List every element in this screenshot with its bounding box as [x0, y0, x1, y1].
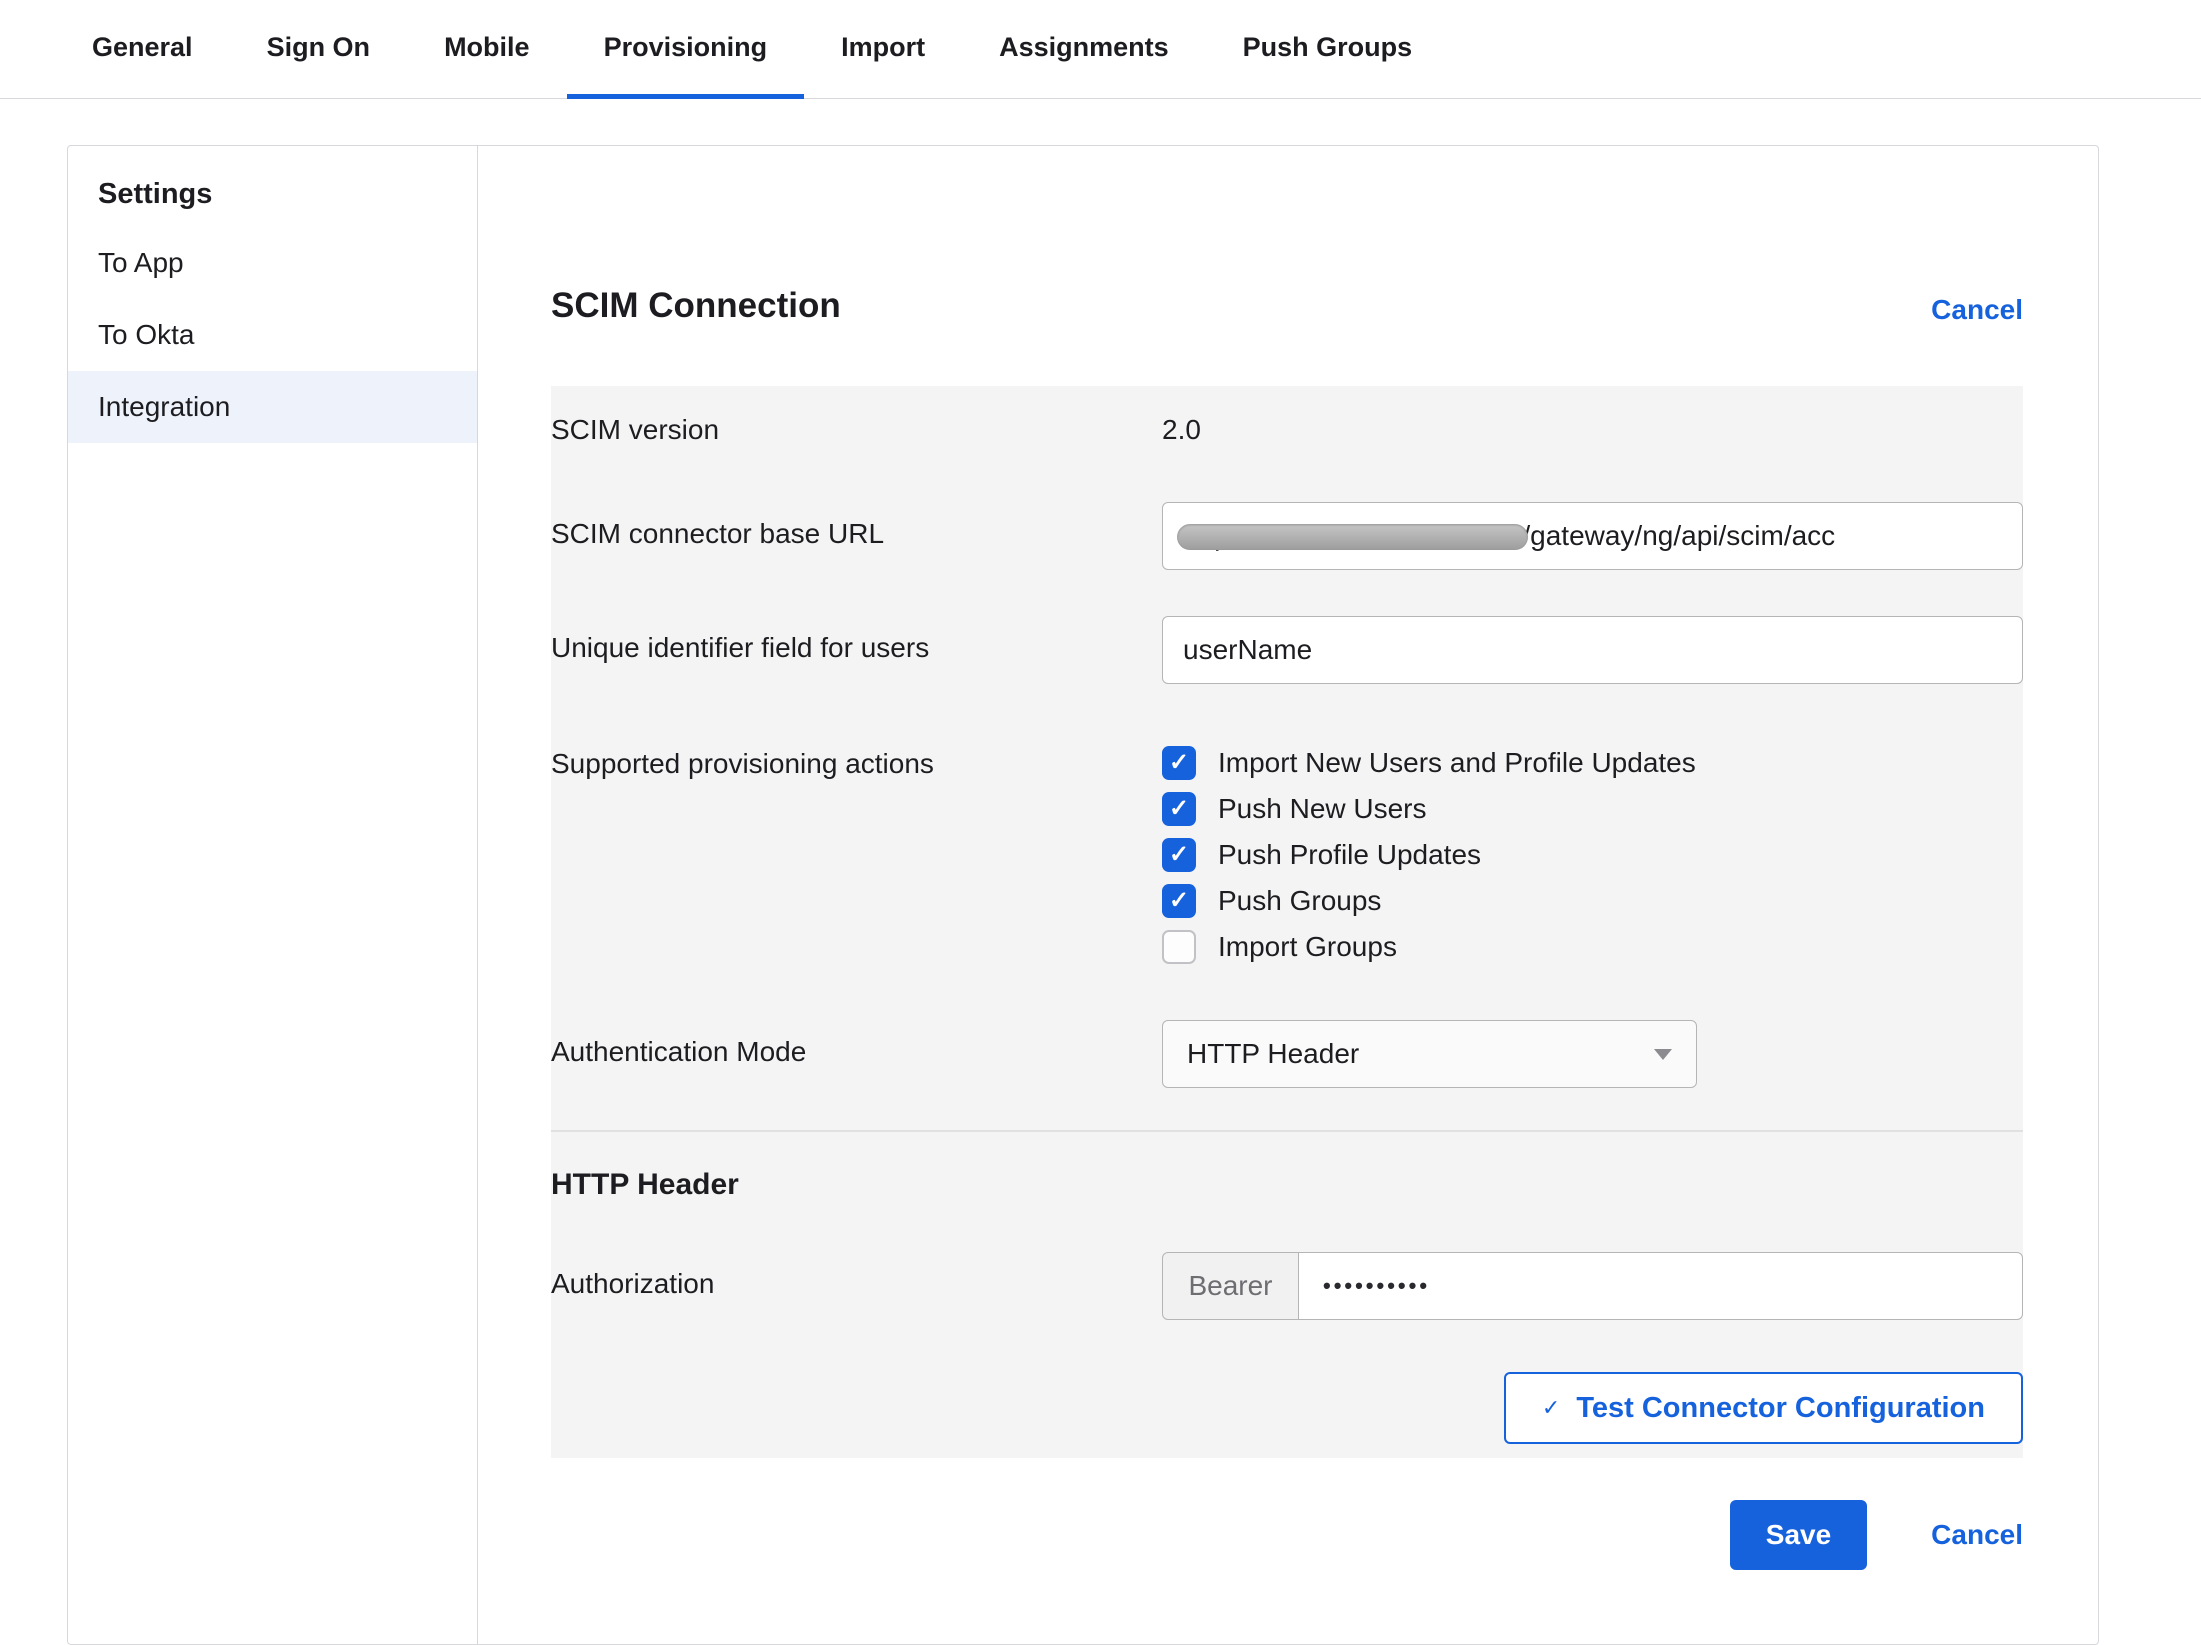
sidebar-title: Settings — [68, 160, 477, 227]
main-panel: SCIM Connection Cancel SCIM version 2.0 … — [478, 146, 2099, 1644]
auth-mode-label: Authentication Mode — [551, 1020, 1162, 1068]
main-header: SCIM Connection Cancel — [551, 146, 2023, 326]
tab-import[interactable]: Import — [804, 0, 962, 99]
unique-identifier-input[interactable]: userName — [1162, 616, 2023, 684]
sidebar-item-to-app[interactable]: To App — [68, 227, 477, 299]
check-icon: ✓ — [1542, 1395, 1560, 1421]
form-actions: Save Cancel — [551, 1500, 2023, 1570]
chevron-down-icon — [1654, 1049, 1672, 1060]
checkbox-label: Push Groups — [1218, 885, 1381, 917]
checkbox-label: Push Profile Updates — [1218, 839, 1481, 871]
auth-mode-select[interactable]: HTTP Header — [1162, 1020, 1697, 1088]
test-connector-button[interactable]: ✓ Test Connector Configuration — [1504, 1372, 2023, 1444]
provisioning-actions-list: ✓ Import New Users and Profile Updates ✓… — [1162, 746, 2023, 964]
option-push-new-users: ✓ Push New Users — [1162, 792, 2023, 826]
section-divider — [551, 1130, 2023, 1132]
page-title: SCIM Connection — [551, 286, 841, 326]
sidebar-item-integration[interactable]: Integration — [68, 371, 477, 443]
base-url-row: SCIM connector base URL https://b5bd-125… — [551, 502, 2023, 570]
settings-sidebar: Settings To App To Okta Integration — [68, 146, 478, 1644]
scim-version-row: SCIM version 2.0 — [551, 414, 2023, 446]
tab-general[interactable]: General — [55, 0, 230, 99]
unique-identifier-value: userName — [1183, 634, 1312, 666]
unique-identifier-label: Unique identifier field for users — [551, 616, 1162, 664]
authorization-label: Authorization — [551, 1252, 1162, 1300]
checkbox-push-profile-updates[interactable]: ✓ — [1162, 838, 1196, 872]
unique-identifier-row: Unique identifier field for users userNa… — [551, 616, 2023, 684]
provisioning-actions-label: Supported provisioning actions — [551, 746, 1162, 780]
provisioning-actions-row: Supported provisioning actions ✓ Import … — [551, 746, 2023, 964]
tab-mobile[interactable]: Mobile — [407, 0, 567, 99]
save-button[interactable]: Save — [1730, 1500, 1867, 1570]
test-connector-row: ✓ Test Connector Configuration — [551, 1372, 2023, 1444]
base-url-value: https://b5bd-125-19-67-148/gateway/ng/ap… — [1183, 520, 1835, 552]
http-header-section-title: HTTP Header — [551, 1168, 2023, 1202]
base-url-input[interactable]: https://b5bd-125-19-67-148/gateway/ng/ap… — [1162, 502, 2023, 570]
test-connector-button-label: Test Connector Configuration — [1576, 1392, 1985, 1425]
cancel-link-top[interactable]: Cancel — [1931, 294, 2023, 326]
check-icon: ✓ — [1169, 843, 1189, 867]
authorization-token-input[interactable]: •••••••••• — [1299, 1252, 2023, 1320]
checkbox-label: Push New Users — [1218, 793, 1427, 825]
redaction-bar — [1177, 524, 1528, 550]
authorization-control: Bearer •••••••••• — [1162, 1252, 2023, 1320]
sidebar-item-to-okta[interactable]: To Okta — [68, 299, 477, 371]
auth-mode-value: HTTP Header — [1187, 1038, 1359, 1070]
check-icon: ✓ — [1169, 797, 1189, 821]
base-url-visible-text: /gateway/ng/api/scim/acc — [1522, 520, 1835, 552]
checkbox-push-groups[interactable]: ✓ — [1162, 884, 1196, 918]
base-url-label: SCIM connector base URL — [551, 502, 1162, 550]
checkbox-label: Import New Users and Profile Updates — [1218, 747, 1696, 779]
tab-provisioning[interactable]: Provisioning — [567, 0, 805, 99]
auth-mode-row: Authentication Mode HTTP Header — [551, 1020, 2023, 1088]
checkbox-import-groups[interactable]: ✓ — [1162, 930, 1196, 964]
cancel-link-bottom[interactable]: Cancel — [1931, 1519, 2023, 1551]
scim-connection-form: SCIM version 2.0 SCIM connector base URL… — [551, 386, 2023, 1458]
check-icon: ✓ — [1169, 751, 1189, 775]
authorization-scheme-prefix: Bearer — [1162, 1252, 1299, 1320]
app-tab-bar: General Sign On Mobile Provisioning Impo… — [0, 0, 2201, 99]
content-frame: Settings To App To Okta Integration SCIM… — [67, 145, 2099, 1645]
authorization-row: Authorization Bearer •••••••••• — [551, 1252, 2023, 1320]
tab-push-groups[interactable]: Push Groups — [1206, 0, 1450, 99]
option-import-new-users: ✓ Import New Users and Profile Updates — [1162, 746, 2023, 780]
tab-assignments[interactable]: Assignments — [962, 0, 1206, 99]
checkbox-import-new-users[interactable]: ✓ — [1162, 746, 1196, 780]
checkbox-push-new-users[interactable]: ✓ — [1162, 792, 1196, 826]
check-icon: ✓ — [1169, 889, 1189, 913]
option-push-groups: ✓ Push Groups — [1162, 884, 2023, 918]
checkbox-label: Import Groups — [1218, 931, 1397, 963]
option-import-groups: ✓ Import Groups — [1162, 930, 2023, 964]
scim-version-value: 2.0 — [1162, 414, 1201, 446]
scim-version-label: SCIM version — [551, 414, 1162, 446]
option-push-profile-updates: ✓ Push Profile Updates — [1162, 838, 2023, 872]
tab-sign-on[interactable]: Sign On — [230, 0, 408, 99]
